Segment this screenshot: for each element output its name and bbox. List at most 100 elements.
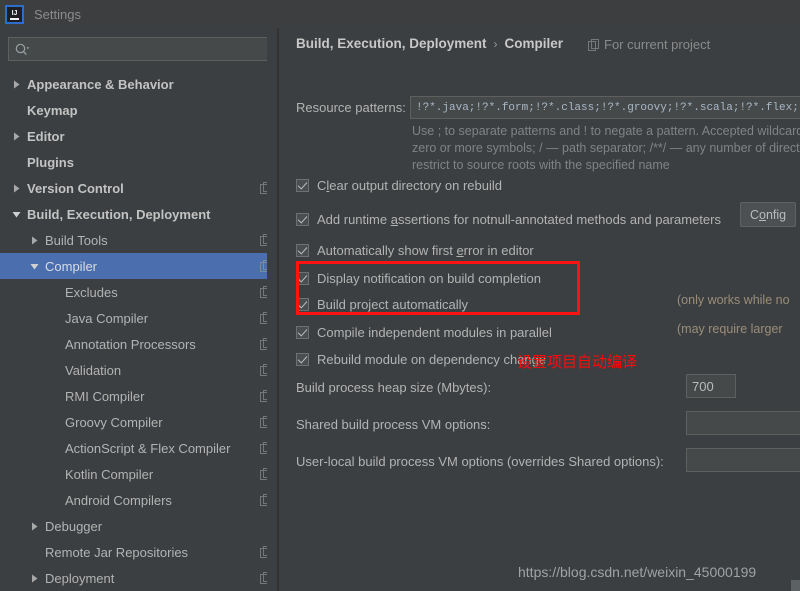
hint-line-3: restrict to source roots with the specif… (412, 158, 670, 172)
sidebar-item-java-compiler[interactable]: Java Compiler (0, 305, 279, 331)
sidebar-item-label: Validation (65, 362, 122, 378)
configure-annotations-mnemonic: o (759, 207, 766, 222)
sidebar-item-label: Kotlin Compiler (65, 466, 154, 482)
checkbox-rebuild-module-on-dependency[interactable]: Rebuild module on dependency change (296, 352, 546, 367)
red-annotation-text: 设置项目自动编译 (517, 353, 638, 371)
sidebar-item-validation[interactable]: Validation (0, 357, 279, 383)
breadcrumb-parent[interactable]: Build, Execution, Deployment (296, 36, 487, 51)
sidebar-item-label: Deployment (45, 570, 115, 586)
shared-vm-options-input[interactable] (686, 411, 800, 435)
sidebar-item-version-control[interactable]: Version Control (0, 175, 279, 201)
sidebar-item-label: Version Control (27, 180, 124, 196)
sidebar-item-compiler[interactable]: Compiler (0, 253, 279, 279)
search-input[interactable] (30, 41, 270, 57)
checkbox-indicator[interactable] (296, 213, 309, 226)
hint-line-2: zero or more symbols; / — path separator… (412, 141, 800, 155)
settings-tree[interactable]: Appearance & Behavior Keymap Editor Plugins… (0, 71, 279, 591)
sidebar-item-editor[interactable]: Editor (0, 123, 279, 149)
window-title: Settings (34, 6, 81, 22)
heap-size-input[interactable]: 700 (686, 374, 736, 398)
resource-patterns-input[interactable]: !?*.java;!?*.form;!?*.class;!?*.groovy;!… (410, 96, 800, 119)
checkbox-indicator[interactable] (296, 353, 309, 366)
chevron-down-icon[interactable] (28, 260, 40, 272)
sidebar-item-build-execution-deployment[interactable]: Build, Execution, Deployment (0, 201, 279, 227)
checkbox-indicator[interactable] (296, 272, 309, 285)
checkbox-build-project-automatically[interactable]: Build project automatically (296, 297, 468, 312)
checkbox-label-pre: Rebuild module on dependency change (317, 352, 547, 367)
checkbox-indicator[interactable] (296, 244, 309, 257)
main-scrollbar-thumb[interactable] (791, 580, 800, 591)
sidebar-item-label: Keymap (27, 102, 78, 118)
configure-annotations-label-pre: C (750, 207, 760, 222)
configure-annotations-label-post: nfig (765, 207, 787, 222)
chevron-right-icon[interactable] (10, 130, 22, 142)
sidebar-item-annotation-processors[interactable]: Annotation Processors (0, 331, 279, 357)
user-local-vm-options-input[interactable] (686, 448, 800, 472)
chevron-right-icon[interactable] (28, 234, 40, 246)
sidebar-item-label: Appearance & Behavior (27, 76, 174, 92)
sidebar-item-excludes[interactable]: Excludes (0, 279, 279, 305)
sidebar-item-label: ActionScript & Flex Compiler (65, 440, 231, 456)
copy-icon (588, 38, 599, 51)
shared-vm-options-label: Shared build process VM options: (296, 417, 491, 432)
sidebar-item-kotlin-compiler[interactable]: Kotlin Compiler (0, 461, 279, 487)
build-automatically-note: (only works while no (677, 293, 790, 307)
sidebar-item-build-tools[interactable]: Build Tools (0, 227, 279, 253)
chevron-right-icon[interactable] (10, 78, 22, 90)
checkbox-label-pre: Compile independent modules in parallel (317, 325, 552, 340)
sidebar-item-label: Compiler (45, 258, 98, 274)
checkbox-indicator[interactable] (296, 326, 309, 339)
sidebar-item-label: RMI Compiler (65, 388, 145, 404)
resource-patterns-hint: Use ; to separate patterns and ! to nega… (412, 123, 800, 174)
sidebar-item-appearance-behavior[interactable]: Appearance & Behavior (0, 71, 279, 97)
sidebar-scrollbar-track[interactable] (267, 28, 543, 591)
sidebar-item-rmi-compiler[interactable]: RMI Compiler (0, 383, 279, 409)
search-box[interactable] (8, 37, 271, 61)
sidebar-item-label: Groovy Compiler (65, 414, 163, 430)
search-icon (15, 43, 30, 56)
sidebar-item-actionscript-flex-compiler[interactable]: ActionScript & Flex Compiler (0, 435, 279, 461)
sidebar-item-label: Java Compiler (65, 310, 149, 326)
settings-dialog: IJ Settings Appearance & Behavior Keymap E… (0, 0, 800, 591)
checkbox-compile-independent-modules-in[interactable]: Compile independent modules in parallel (296, 325, 552, 340)
checkbox-label: Clear output directory on rebuild (317, 178, 502, 193)
sidebar-item-label: Android Compilers (65, 492, 172, 508)
checkbox-clear-output-directory-on[interactable]: Clear output directory on rebuild (296, 178, 502, 193)
checkbox-indicator[interactable] (296, 298, 309, 311)
chevron-right-icon[interactable] (10, 182, 22, 194)
parallel-compile-note: (may require larger (677, 322, 783, 336)
checkbox-display-notification-on-build[interactable]: Display notification on build completion (296, 271, 541, 286)
resource-patterns-label: Resource patterns: (296, 100, 406, 115)
compiler-settings-panel: Build, Execution, Deployment › Compiler … (279, 28, 800, 591)
heap-size-label: Build process heap size (Mbytes): (296, 380, 492, 395)
checkbox-automatically-show-first-error[interactable]: Automatically show first error in editor (296, 243, 534, 258)
checkbox-indicator[interactable] (296, 179, 309, 192)
chevron-right-icon[interactable] (28, 520, 40, 532)
sidebar-item-plugins[interactable]: Plugins (0, 149, 279, 175)
sidebar-item-keymap[interactable]: Keymap (0, 97, 279, 123)
breadcrumb-separator-icon: › (493, 36, 498, 51)
chevron-right-icon[interactable] (28, 572, 40, 584)
sidebar-item-label: Build Tools (45, 232, 108, 248)
sidebar-item-remote-jar-repositories[interactable]: Remote Jar Repositories (0, 539, 279, 565)
heap-size-value: 700 (692, 378, 714, 394)
sidebar-item-debugger[interactable]: Debugger (0, 513, 279, 539)
checkbox-label-post: rror in editor (463, 243, 534, 258)
sidebar-item-groovy-compiler[interactable]: Groovy Compiler (0, 409, 279, 435)
scope-label: For current project (604, 37, 711, 52)
scope-indicator: For current project (588, 37, 710, 52)
chevron-down-icon[interactable] (10, 208, 22, 220)
sidebar-item-deployment[interactable]: Deployment (0, 565, 279, 591)
configure-annotations-button[interactable]: Co nfig (740, 202, 797, 227)
breadcrumb-current: Compiler (504, 36, 564, 51)
checkbox-add-runtime-assertions-for[interactable]: Add runtime assertions for notnull-annot… (296, 212, 721, 227)
checkbox-label: Add runtime assertions for notnull-annot… (317, 212, 721, 227)
sidebar-item-label: Build, Execution, Deployment (27, 206, 211, 222)
sidebar-item-android-compilers[interactable]: Android Compilers (0, 487, 279, 513)
